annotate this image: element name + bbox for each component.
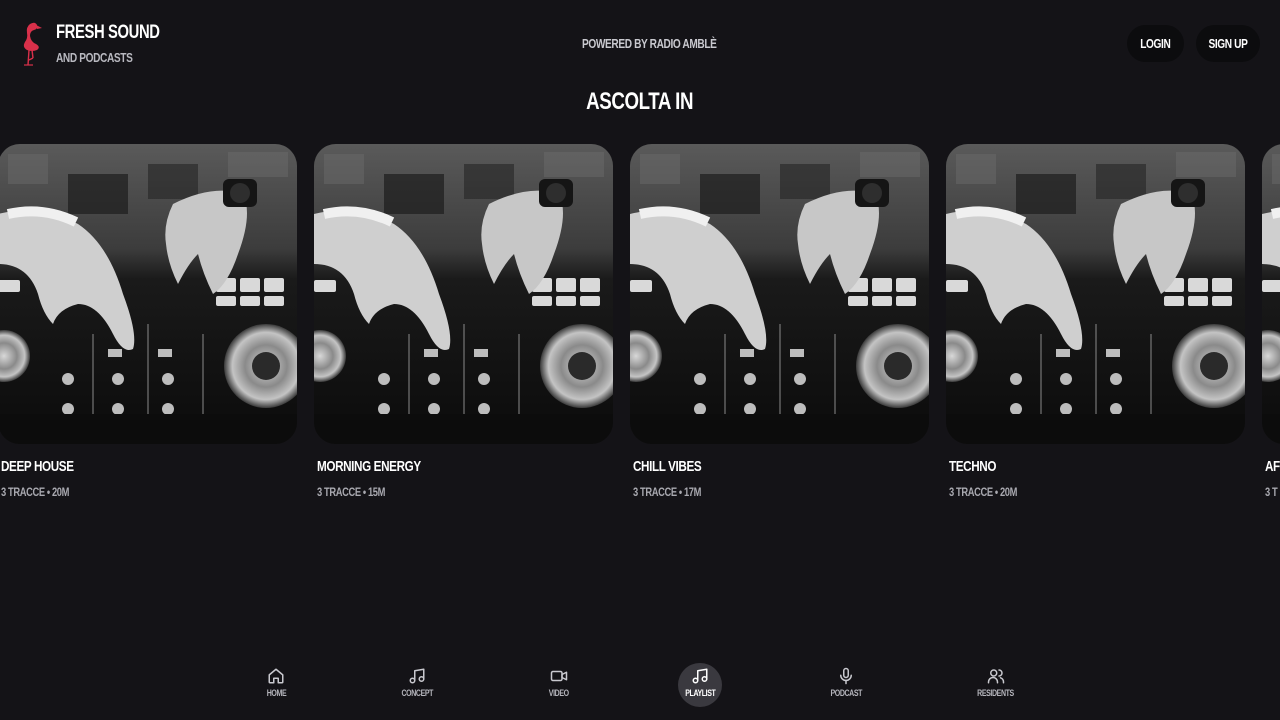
brand-subtitle: AND PODCASTS xyxy=(56,50,133,65)
brand-logo[interactable]: FRESH SOUND AND PODCASTS xyxy=(16,20,160,66)
nav-label: PLAYLIST xyxy=(684,688,716,698)
users-icon xyxy=(987,669,1005,684)
powered-by-text: POWERED BY RADIO AMBLÈ xyxy=(582,36,717,51)
nav-item-podcast[interactable]: PODCAST xyxy=(816,664,876,708)
playlist-cover-image xyxy=(1262,144,1280,444)
header: FRESH SOUND AND PODCASTS POWERED BY RADI… xyxy=(0,0,1280,88)
brand-text: FRESH SOUND AND PODCASTS xyxy=(56,22,189,65)
video-camera-icon xyxy=(550,670,568,682)
nav-item-video[interactable]: VIDEO xyxy=(529,664,589,708)
playlist-meta: 3 T xyxy=(1265,485,1278,499)
nav-label: PODCAST xyxy=(830,688,862,698)
nav-label: HOME xyxy=(266,688,286,698)
flamingo-icon xyxy=(23,22,42,66)
nav-label: RESIDENTS xyxy=(977,688,1015,698)
playlist-card-deep-house[interactable]: DEEP HOUSE 3 TRACCE • 20M xyxy=(0,144,297,499)
playlist-cover-image xyxy=(946,144,1245,444)
playlist-meta: 3 TRACCE • 20M xyxy=(1,485,70,499)
playlist-cover-image xyxy=(0,144,297,444)
playlist-carousel[interactable]: DEEP HOUSE 3 TRACCE • 20M MORNING ENERGY… xyxy=(0,144,1280,524)
microphone-icon xyxy=(840,667,852,685)
playlist-title: AF xyxy=(1265,458,1280,475)
playlist-title: MORNING ENERGY xyxy=(317,458,421,475)
playlist-title: TECHNO xyxy=(949,458,997,475)
playlist-card-partial[interactable]: AF 3 T xyxy=(1262,144,1280,499)
nav-label: CONCEPT xyxy=(401,688,433,698)
playlist-title: CHILL VIBES xyxy=(633,458,702,475)
bottom-nav: HOME CONCEPT VIDEO PLAYLIST PODCAST RESI… xyxy=(0,656,1280,720)
playlist-meta: 3 TRACCE • 17M xyxy=(633,485,702,499)
nav-label: VIDEO xyxy=(549,688,569,698)
section-title: ASCOLTA IN xyxy=(586,88,694,115)
home-icon xyxy=(268,668,284,684)
nav-item-playlist[interactable]: PLAYLIST xyxy=(670,664,730,708)
playlist-title: DEEP HOUSE xyxy=(1,458,74,475)
playlist-card-chill-vibes[interactable]: CHILL VIBES 3 TRACCE • 17M xyxy=(630,144,929,499)
login-button[interactable]: LOGIN xyxy=(1127,25,1184,62)
nav-item-concept[interactable]: CONCEPT xyxy=(387,664,447,708)
music-note-icon xyxy=(409,668,425,684)
playlist-meta: 3 TRACCE • 20M xyxy=(949,485,1018,499)
playlist-meta: 3 TRACCE • 15M xyxy=(317,485,386,499)
nav-item-residents[interactable]: RESIDENTS xyxy=(966,664,1026,708)
brand-title: FRESH SOUND xyxy=(56,22,160,43)
signup-button[interactable]: SIGN UP xyxy=(1196,25,1260,62)
playlist-card-morning-energy[interactable]: MORNING ENERGY 3 TRACCE • 15M xyxy=(314,144,613,499)
playlist-card-techno[interactable]: TECHNO 3 TRACCE • 20M xyxy=(946,144,1245,499)
music-note-icon xyxy=(692,668,708,684)
nav-item-home[interactable]: HOME xyxy=(246,664,306,708)
playlist-cover-image xyxy=(314,144,613,444)
playlist-cover-image xyxy=(630,144,929,444)
